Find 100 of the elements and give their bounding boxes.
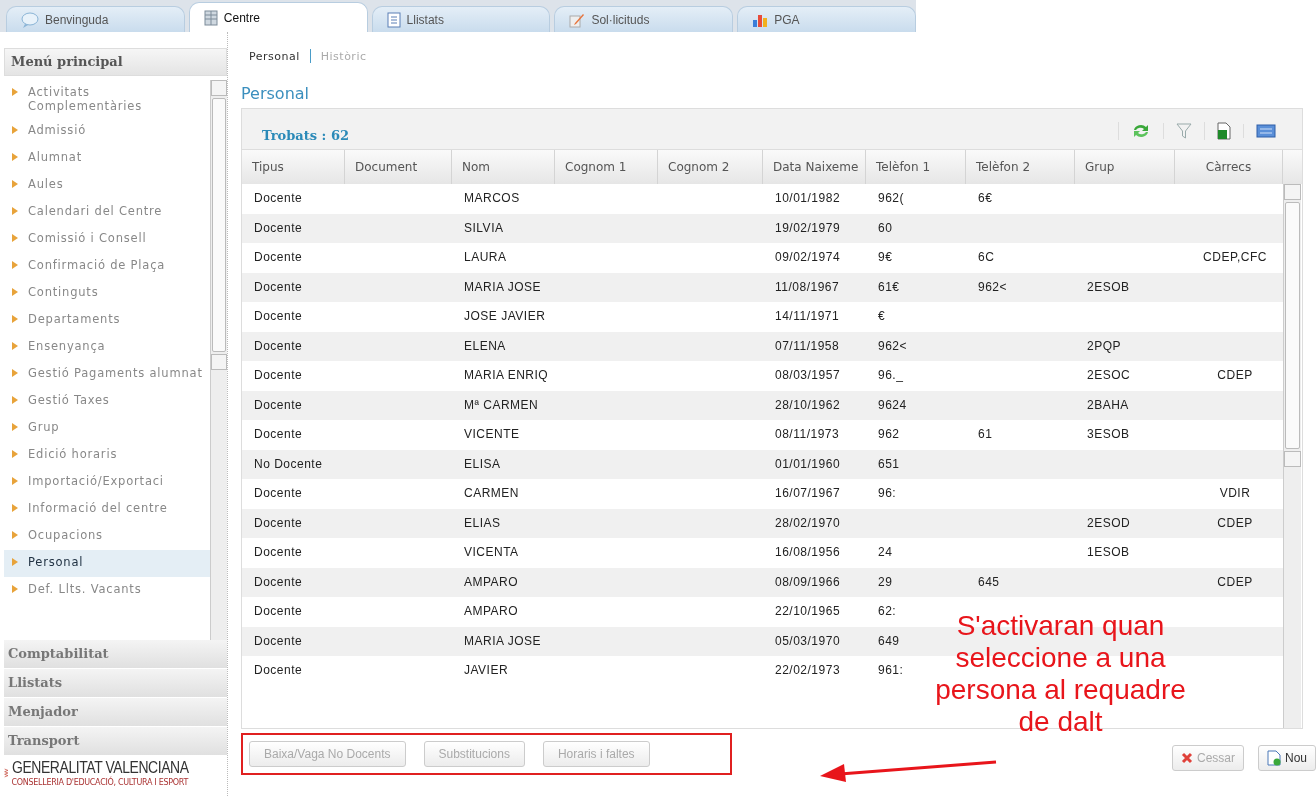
table-cell: Docente (254, 486, 303, 500)
menu-item[interactable]: Edició horaris (4, 442, 210, 469)
table-cell: CDEP,CFC (1203, 250, 1267, 264)
table-cell: VDIR (1219, 486, 1251, 500)
table-cell: 9624 (878, 397, 907, 412)
chat-icon (21, 11, 39, 28)
table-cell: Docente (254, 279, 303, 294)
tab[interactable]: Llistats (371, 6, 551, 32)
table-cell: Docente (254, 515, 303, 530)
bullet-icon (12, 369, 18, 377)
table-cell: 1ESOB (1087, 545, 1130, 559)
table-cell: 962( (878, 191, 905, 205)
table-cell: 28/02/1970 (775, 515, 841, 530)
menu-item[interactable]: Continguts (4, 280, 210, 307)
table-cell: 96: (878, 486, 897, 500)
table-cell: Docente (254, 574, 303, 589)
table-cell: 2PQP (1087, 338, 1121, 353)
table-cell: Docente (254, 220, 303, 235)
bullet-icon (12, 126, 18, 134)
table-cell: Docente (254, 250, 303, 264)
bullet-icon (12, 558, 18, 566)
subtab[interactable]: Personal (249, 49, 300, 63)
action-button[interactable]: Nou (1258, 745, 1316, 771)
menu-item[interactable]: Def. Llts. Vacants (4, 577, 210, 604)
menu-item[interactable]: Comissió i Consell (4, 226, 210, 253)
logo-name: GENERALITAT VALENCIANA (11, 758, 189, 777)
table-cell: 08/03/1957 (775, 368, 841, 382)
menu-item[interactable]: Importació/Exportaci (4, 469, 210, 496)
table-cell: 08/11/1973 (775, 427, 840, 441)
table-cell: Mª CARMEN (464, 397, 539, 412)
table-cell: ELENA (464, 338, 506, 353)
table-cell: ELISA (464, 456, 501, 471)
table-cell: Docente (254, 397, 303, 412)
table-cell: SILVIA (464, 220, 504, 235)
accordion-header[interactable]: Comptabilitat (4, 640, 227, 669)
table-cell: Docente (254, 191, 303, 205)
table-cell: 651 (878, 456, 900, 471)
menu-item[interactable]: Calendari del Centre (4, 199, 210, 226)
logo-subtitle: CONSELLERIA D'EDUCACIÓ, CULTURA I ESPORT (11, 778, 190, 787)
table-cell: Docente (254, 427, 303, 441)
table-cell: 11/08/1967 (775, 279, 840, 294)
bullet-icon (12, 477, 18, 485)
table-cell: 61 (978, 427, 993, 441)
bullet-icon (12, 342, 18, 350)
table-cell: 2ESOC (1087, 368, 1131, 382)
subtab[interactable]: Històric (320, 49, 367, 63)
bullet-icon (12, 396, 18, 404)
bullet-icon (12, 234, 18, 242)
document-icon (386, 11, 401, 28)
bullet-icon (12, 315, 18, 323)
table-cell: 2BAHA (1087, 397, 1129, 412)
bullet-icon (12, 450, 18, 458)
bullet-icon (12, 531, 18, 539)
menu-item[interactable]: Ensenyança (4, 334, 210, 361)
menu-item[interactable]: Gestió Pagaments alumnat (4, 361, 210, 388)
table-cell: 649 (878, 633, 900, 648)
table-cell: € (878, 309, 886, 323)
table-cell: 6€ (978, 191, 993, 205)
table-cell: MARIA JOSE (464, 279, 542, 294)
menu-item[interactable]: Confirmació de Plaça (4, 253, 210, 280)
table-cell: 9€ (878, 250, 893, 264)
table-cell: 08/09/1966 (775, 574, 841, 589)
table-cell: Docente (254, 545, 303, 559)
accordion-header[interactable]: Llistats (4, 669, 227, 698)
table-cell: 62: (878, 604, 897, 618)
table-cell: LAURA (464, 250, 507, 264)
menu-item[interactable]: Aules (4, 172, 210, 199)
tab[interactable]: PGA (737, 6, 916, 32)
table-cell: AMPARO (464, 574, 519, 589)
tab[interactable]: Benvinguda (6, 6, 185, 32)
table-cell: 14/11/1971 (775, 309, 840, 323)
table-cell: 2ESOB (1087, 279, 1130, 294)
scrollbar[interactable] (1283, 184, 1301, 728)
menu-item[interactable]: Alumnat (4, 145, 210, 172)
bullet-icon (12, 153, 18, 161)
scrollbar[interactable] (210, 80, 227, 640)
table-cell: 3ESOB (1087, 427, 1130, 441)
table-cell: 28/10/1962 (775, 397, 841, 412)
table-cell: 09/02/1974 (775, 250, 841, 264)
tab[interactable]: Centre (188, 2, 368, 32)
menu-item[interactable]: Grup (4, 415, 210, 442)
table-cell: Docente (254, 633, 303, 648)
table-cell: 22/10/1965 (775, 604, 841, 618)
menu-item[interactable]: Personal (4, 550, 210, 577)
pencil-icon (569, 11, 586, 28)
table-cell: CDEP (1217, 368, 1253, 382)
accordion-header[interactable]: Transport (4, 727, 227, 756)
table-cell: 16/08/1956 (775, 545, 841, 559)
menu-item[interactable]: Departaments (4, 307, 210, 334)
table-cell: Docente (254, 338, 303, 353)
menu-item[interactable]: Gestió Taxes (4, 388, 210, 415)
menu-item[interactable]: Activitats Complementàries (4, 80, 210, 118)
table-cell: 07/11/1958 (775, 338, 840, 353)
menu-item[interactable]: Informació del centre (4, 496, 210, 523)
bullet-icon (12, 207, 18, 215)
menu-item[interactable]: Admissió (4, 118, 210, 145)
bullet-icon (12, 261, 18, 269)
menu-item[interactable]: Ocupacions (4, 523, 210, 550)
accordion-header[interactable]: Menjador (4, 698, 227, 727)
tab[interactable]: Sol·licituds (554, 6, 734, 32)
